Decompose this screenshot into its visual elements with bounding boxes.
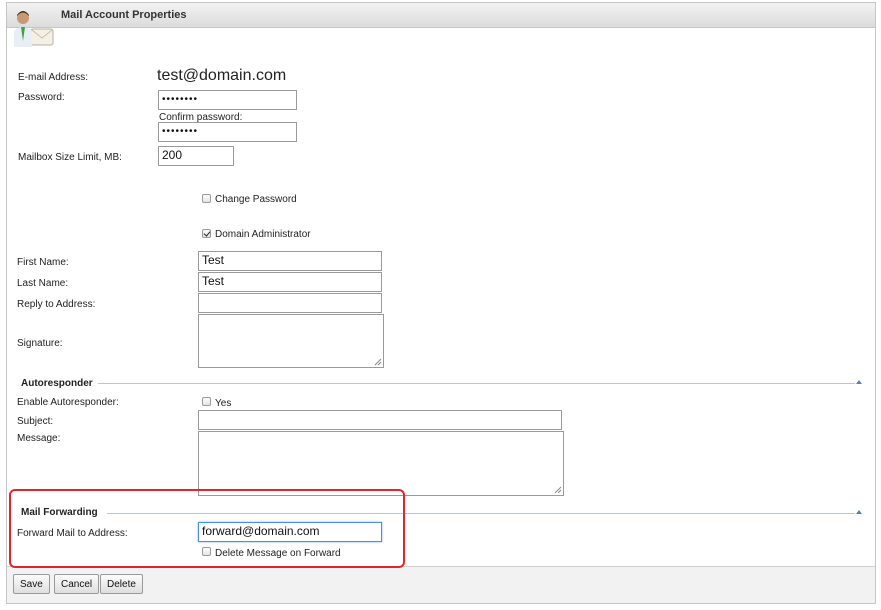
domain-admin-checkbox[interactable] [202,229,211,238]
first-name-label: First Name: [17,257,69,268]
resize-grip-icon[interactable] [554,486,562,494]
mailbox-size-field[interactable]: 200 [158,146,234,166]
button-bar: Save Cancel Delete [7,566,875,603]
change-password-checkbox[interactable] [202,194,211,203]
reply-to-field[interactable] [198,293,382,313]
user-account-icon [14,11,54,47]
window-title: Mail Account Properties [61,9,187,21]
subject-label: Subject: [17,416,54,427]
email-value: test@domain.com [157,67,287,84]
password-label: Password: [18,92,65,103]
autoresponder-divider [98,383,855,384]
enable-autoresponder-label: Enable Autoresponder: [17,397,119,408]
last-name-field[interactable]: Test [198,272,382,292]
collapse-autoresponder-icon[interactable] [856,380,862,384]
change-password-label: Change Password [215,194,297,205]
collapse-forwarding-icon[interactable] [856,510,862,514]
reply-to-label: Reply to Address: [17,299,96,310]
cancel-button[interactable]: Cancel [54,574,100,594]
autoresponder-yes-checkbox[interactable] [202,397,211,406]
confirm-password-field[interactable]: •••••••• [158,122,297,142]
save-button[interactable]: Save [13,574,50,594]
domain-admin-label: Domain Administrator [215,229,311,240]
password-field[interactable]: •••••••• [158,90,297,110]
delete-button[interactable]: Delete [100,574,143,594]
email-label: E-mail Address: [18,72,89,83]
first-name-field[interactable]: Test [198,251,382,271]
signature-label: Signature: [17,338,63,349]
mailbox-size-label: Mailbox Size Limit, MB: [18,152,122,163]
last-name-label: Last Name: [17,278,69,289]
title-bar: Mail Account Properties [7,3,875,28]
forwarding-highlight-box [9,489,405,568]
message-label: Message: [17,433,61,444]
subject-field[interactable] [198,410,562,430]
resize-grip-icon[interactable] [374,358,382,366]
autoresponder-section-title: Autoresponder [21,378,93,389]
signature-textarea[interactable] [198,314,384,368]
message-textarea[interactable] [198,431,564,496]
autoresponder-yes-label: Yes [215,398,232,409]
